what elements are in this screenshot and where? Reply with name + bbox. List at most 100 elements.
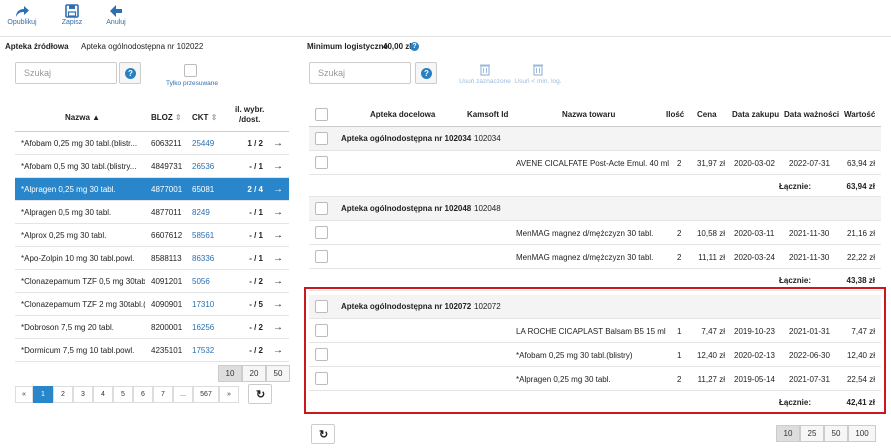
group-checkbox[interactable] <box>315 202 328 215</box>
select-all-checkbox[interactable] <box>315 108 328 121</box>
item-row[interactable]: MenMAG magnez d/mężczyzn 30 tabl. 2 10,58 … <box>309 221 881 245</box>
item-checkbox[interactable] <box>315 156 328 169</box>
left-search-help-button[interactable]: ? <box>119 62 141 84</box>
arrow-right-icon[interactable]: → <box>273 316 283 339</box>
source-value: Apteka ogólnodostępna nr 102022 <box>81 42 204 51</box>
arrow-right-icon[interactable]: → <box>273 201 283 224</box>
remove-selected-button[interactable]: Usuń zaznaczone <box>459 63 511 85</box>
col-name[interactable]: Nazwa ▲ <box>65 113 100 122</box>
left-table-row[interactable]: *Apo-Zolpin 10 mg 30 tabl.powl. 8588113 86… <box>15 247 289 270</box>
only-moved-checkbox[interactable] <box>184 64 197 77</box>
selected-count: - / 1 <box>249 208 263 217</box>
cancel-button[interactable]: Anuluj <box>98 4 134 26</box>
refresh-icon: ↻ <box>319 429 329 441</box>
group-pharmacy-name: Apteka ogólnodostępna nr 102048 <box>341 204 472 213</box>
selected-count: - / 1 <box>249 254 263 263</box>
right-page-size-100[interactable]: 100 <box>848 425 876 442</box>
selected-count: - / 1 <box>249 162 263 171</box>
page-1[interactable]: 1 <box>33 386 53 403</box>
col-bloz[interactable]: BLOZ ⇕ <box>151 113 182 122</box>
left-page-size-20[interactable]: 20 <box>242 365 266 382</box>
right-search-help-button[interactable]: ? <box>415 62 437 84</box>
product-name: *Clonazepamum TZF 0,5 mg 30tabl... <box>21 277 145 286</box>
item-row[interactable]: MenMAG magnez d/mężczyzn 30 tabl. 2 11,11 … <box>309 245 881 269</box>
page-2[interactable]: 2 <box>53 386 73 403</box>
arrow-right-icon[interactable]: → <box>273 247 283 270</box>
left-refresh-button[interactable]: ↻ <box>248 384 272 404</box>
arrow-right-icon[interactable]: → <box>273 339 283 362</box>
publish-button[interactable]: Opublikuj <box>4 4 40 26</box>
left-table-row[interactable]: *Dormicum 7,5 mg 10 tabl.powl. 4235101 175… <box>15 339 289 362</box>
ckt-link[interactable]: 8249 <box>192 201 210 224</box>
trash-icon <box>480 64 490 76</box>
left-table-row[interactable]: *Dobroson 7,5 mg 20 tabl. 8200001 16256 - /… <box>15 316 289 339</box>
ckt-link[interactable]: 16256 <box>192 316 214 339</box>
price: 11,11 zł <box>698 253 725 262</box>
page-4[interactable]: 4 <box>93 386 113 403</box>
right-page-size-25[interactable]: 25 <box>800 425 824 442</box>
item-checkbox[interactable] <box>315 250 328 263</box>
share-icon <box>16 6 29 17</box>
ckt-link[interactable]: 25449 <box>192 132 214 155</box>
selected-count: - / 1 <box>249 231 263 240</box>
help-icon: ? <box>421 68 432 79</box>
only-moved-label: Tylko przesuwane <box>166 80 219 87</box>
product-name: *Apo-Zolpin 10 mg 30 tabl.powl. <box>21 254 135 263</box>
left-page-size-50[interactable]: 50 <box>266 365 290 382</box>
arrow-right-icon[interactable]: → <box>273 293 283 316</box>
left-table-row[interactable]: *Clonazepamum TZF 0,5 mg 30tabl... 409120… <box>15 270 289 293</box>
ckt-link[interactable]: 17532 <box>192 339 214 362</box>
purchase-date: 2020-03-11 <box>734 229 775 238</box>
right-page-size-10[interactable]: 10 <box>776 425 800 442</box>
help-icon[interactable]: ? <box>410 42 419 51</box>
ckt-link[interactable]: 65081 <box>192 178 214 201</box>
ckt-link[interactable]: 5056 <box>192 270 210 293</box>
page-567[interactable]: 567 <box>193 386 219 403</box>
left-page-size-10[interactable]: 10 <box>218 365 242 382</box>
page-next[interactable]: » <box>219 386 239 403</box>
bloz-value: 6063211 <box>151 139 182 148</box>
right-page-size-50[interactable]: 50 <box>824 425 848 442</box>
total-label: Łącznie: <box>779 182 812 191</box>
arrow-right-icon[interactable]: → <box>273 224 283 247</box>
col-ckt[interactable]: CKT ⇕ <box>192 113 217 122</box>
left-table-row[interactable]: *Afobam 0,5 mg 30 tabl.(blistry... 484973… <box>15 155 289 178</box>
left-table-row[interactable]: *Afobam 0,25 mg 30 tabl.(blistr... 606321… <box>15 132 289 155</box>
left-table-row[interactable]: *Alpragen 0,5 mg 30 tabl. 4877011 8249 - / … <box>15 201 289 224</box>
quantity: 2 <box>677 229 682 238</box>
bloz-value: 8200001 <box>151 323 183 332</box>
save-button[interactable]: Zapisz <box>54 4 90 26</box>
item-row[interactable]: AVENE CICALFATE Post-Acte Emul. 40 ml 2 31… <box>309 151 881 175</box>
left-table-row[interactable]: *Alprox 0,25 mg 30 tabl. 6607612 58561 - / … <box>15 224 289 247</box>
ckt-link[interactable]: 58561 <box>192 224 214 247</box>
left-table-row[interactable]: *Clonazepamum TZF 2 mg 30tabl.(... 409090… <box>15 293 289 316</box>
page-prev[interactable]: « <box>15 386 33 403</box>
bloz-value: 4877011 <box>151 208 182 217</box>
product-name: AVENE CICALFATE Post-Acte Emul. 40 ml <box>516 159 670 168</box>
selected-count: - / 2 <box>249 323 263 332</box>
arrow-right-icon[interactable]: → <box>273 155 283 178</box>
left-table-row[interactable]: *Alpragen 0,25 mg 30 tabl. 4877001 65081 2 … <box>15 178 289 201</box>
page-3[interactable]: 3 <box>73 386 93 403</box>
ckt-link[interactable]: 17310 <box>192 293 214 316</box>
right-refresh-button[interactable]: ↻ <box>311 424 335 444</box>
page-7[interactable]: 7 <box>153 386 173 403</box>
arrow-right-icon[interactable]: → <box>273 178 283 201</box>
arrow-right-icon[interactable]: → <box>273 132 283 155</box>
ckt-link[interactable]: 26536 <box>192 155 214 178</box>
trash-icon <box>533 64 543 76</box>
product-name: MenMAG magnez d/mężczyzn 30 tabl. <box>516 253 654 262</box>
left-table-header: Nazwa ▲ BLOZ ⇕ CKT ⇕ il. wybr./dost. <box>15 102 289 132</box>
product-name: *Alprox 0,25 mg 30 tabl. <box>21 231 107 240</box>
item-checkbox[interactable] <box>315 226 328 239</box>
remove-below-min-button[interactable]: Usuń < min. log. <box>512 63 564 85</box>
page-ellipsis[interactable]: ... <box>173 386 193 403</box>
ckt-link[interactable]: 86336 <box>192 247 214 270</box>
group-checkbox[interactable] <box>315 132 328 145</box>
page-6[interactable]: 6 <box>133 386 153 403</box>
right-search-input[interactable]: Szukaj <box>309 62 411 84</box>
page-5[interactable]: 5 <box>113 386 133 403</box>
product-name: MenMAG magnez d/mężczyzn 30 tabl. <box>516 229 654 238</box>
left-search-input[interactable]: Szukaj <box>15 62 117 84</box>
arrow-right-icon[interactable]: → <box>273 270 283 293</box>
